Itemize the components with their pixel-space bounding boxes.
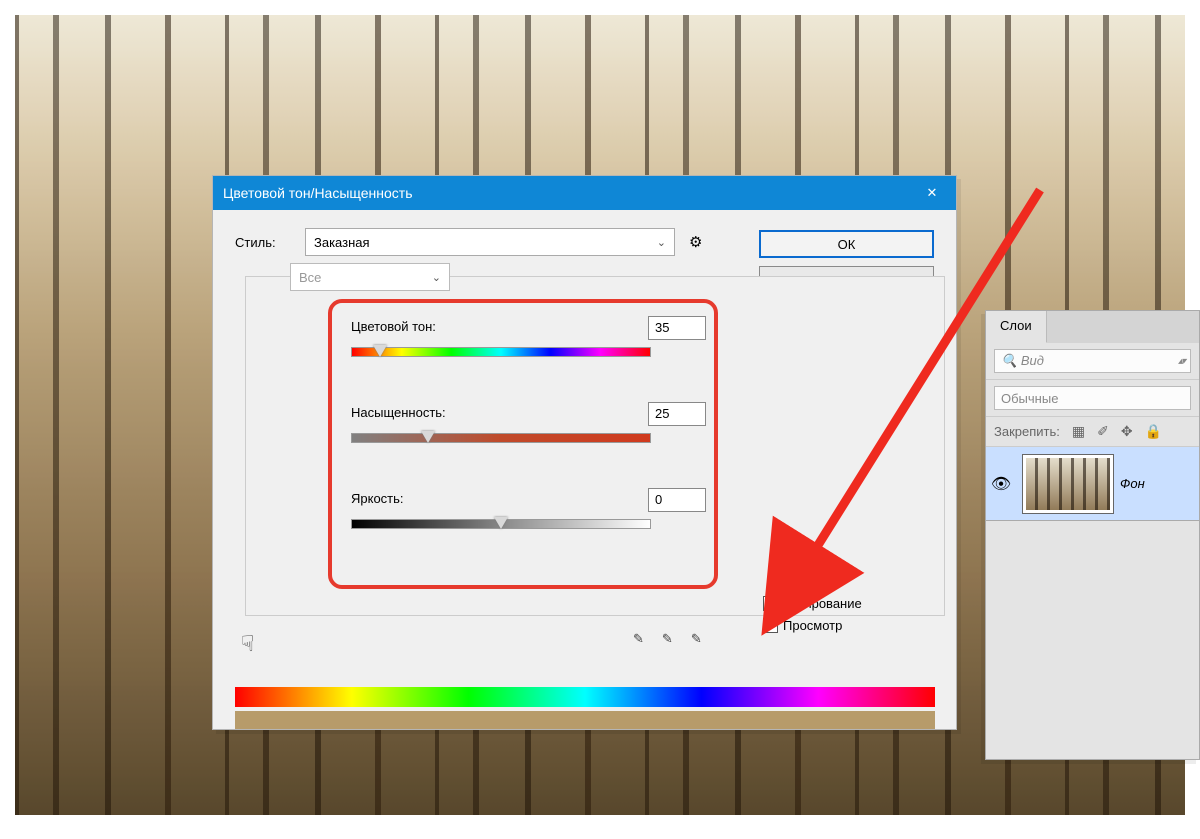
tab-layers[interactable]: Слои	[986, 311, 1047, 343]
input-spectrum-bar	[235, 687, 935, 707]
search-icon: 🔍	[1001, 353, 1017, 368]
chevron-down-icon: ⌄	[432, 271, 441, 284]
style-label: Стиль:	[235, 235, 305, 250]
lock-pixels-icon[interactable]: ▦	[1072, 423, 1085, 440]
layers-panel: Слои 🔍 Вид ▴▾ Обычные Закрепить: ▦ ✐ ✥ 🔒…	[985, 310, 1200, 760]
layer-row-background[interactable]: 👁 Фон	[986, 447, 1199, 521]
style-settings-gear-icon[interactable]: ⚙	[689, 233, 702, 251]
preview-label: Просмотр	[783, 618, 842, 633]
saturation-slider-knob[interactable]	[421, 431, 435, 443]
lightness-value-input[interactable]: 0	[648, 488, 706, 512]
dialog-titlebar[interactable]: Цветовой тон/Насыщенность ✕	[213, 176, 956, 210]
style-dropdown[interactable]: Заказная ⌄	[305, 228, 675, 256]
lightness-slider-knob[interactable]	[494, 517, 508, 529]
hue-saturation-dialog: Цветовой тон/Насыщенность ✕ Стиль: Заказ…	[212, 175, 957, 730]
lock-label: Закрепить:	[994, 424, 1060, 439]
colorize-checkbox[interactable]: ✓ Тонирование	[763, 596, 862, 611]
stepper-icon: ▴▾	[1178, 356, 1184, 367]
saturation-slider-track[interactable]	[351, 433, 651, 443]
lock-all-icon[interactable]: 🔒	[1145, 423, 1162, 440]
lock-row: Закрепить: ▦ ✐ ✥ 🔒	[986, 417, 1199, 447]
eyedropper-icon[interactable]: ✎	[633, 631, 644, 647]
channel-range-dropdown[interactable]: Все ⌄	[290, 263, 450, 291]
lock-position-icon[interactable]: ✥	[1121, 423, 1133, 440]
layer-thumbnail[interactable]	[1022, 454, 1114, 514]
visibility-eye-icon[interactable]: 👁	[986, 474, 1016, 494]
colorize-label: Тонирование	[783, 596, 862, 611]
lightness-label: Яркость:	[351, 491, 404, 506]
scrubby-hand-icon[interactable]: ☟	[241, 631, 254, 657]
saturation-label: Насыщенность:	[351, 405, 446, 420]
eyedropper-add-icon[interactable]: ✎	[662, 631, 673, 647]
hue-label: Цветовой тон:	[351, 319, 436, 334]
saturation-value-input[interactable]: 25	[648, 402, 706, 426]
checkbox-checked-icon: ✓	[763, 618, 778, 633]
layer-filter-dropdown[interactable]: 🔍 Вид ▴▾	[994, 349, 1191, 373]
ok-button[interactable]: ОК	[759, 230, 934, 258]
hue-value-input[interactable]: 35	[648, 316, 706, 340]
hue-slider-track[interactable]	[351, 347, 651, 357]
chevron-down-icon: ⌄	[657, 236, 666, 249]
style-value: Заказная	[314, 235, 370, 250]
blend-mode-dropdown[interactable]: Обычные	[994, 386, 1191, 410]
hue-slider-knob[interactable]	[373, 345, 387, 357]
preview-checkbox[interactable]: ✓ Просмотр	[763, 618, 862, 633]
checkbox-checked-icon: ✓	[763, 596, 778, 611]
output-spectrum-bar	[235, 711, 935, 729]
dialog-title: Цветовой тон/Насыщенность	[223, 185, 413, 201]
layer-name-label[interactable]: Фон	[1120, 476, 1145, 491]
close-button[interactable]: ✕	[908, 176, 956, 210]
sliders-fieldset: Все ⌄ Цветовой тон: 35 Насыщенность: 25 …	[245, 276, 945, 616]
annotation-highlight-box	[328, 299, 718, 589]
close-icon: ✕	[927, 185, 938, 201]
lock-brush-icon[interactable]: ✐	[1097, 423, 1109, 440]
channel-range-value: Все	[299, 270, 321, 285]
eyedropper-subtract-icon[interactable]: ✎	[691, 631, 702, 647]
